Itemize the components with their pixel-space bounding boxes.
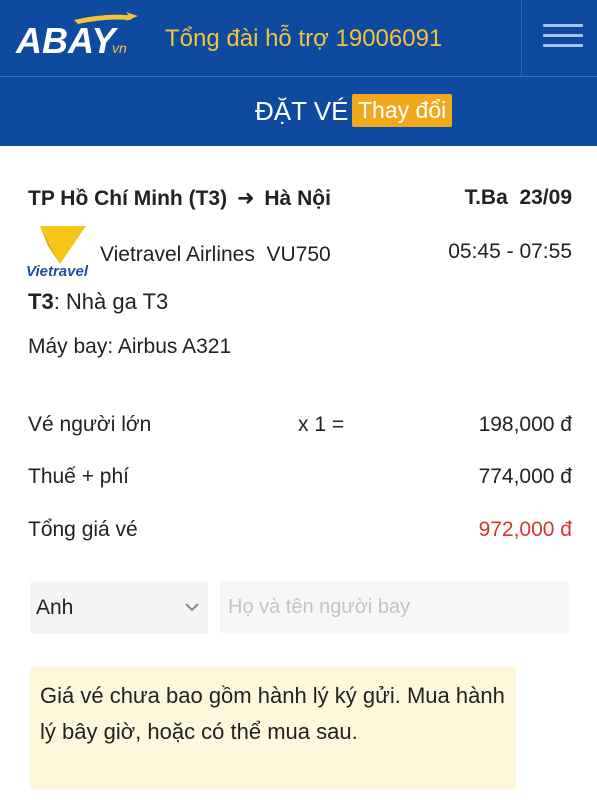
terminal-code: T3 xyxy=(28,289,54,314)
flight-date: T.Ba 23/09 xyxy=(464,186,572,209)
svg-text:ABAY: ABAY xyxy=(15,20,118,61)
svg-text:Vietravel: Vietravel xyxy=(26,263,89,280)
change-flight-button[interactable]: Thay đổi xyxy=(352,94,453,127)
flight-times: 05:45 - 07:55 xyxy=(448,240,572,263)
arrow-right-icon: ➜ xyxy=(236,187,255,210)
total-fare-value: 972,000 đ xyxy=(478,518,572,541)
route-origin: TP Hồ Chí Minh (T3) xyxy=(28,187,228,210)
booking-header: ĐẶT VÉ Thay đổi xyxy=(0,76,597,146)
flight-route: TP Hồ Chí Minh (T3) ➜ Hà Nội xyxy=(28,186,331,211)
tax-fee-label: Thuế + phí xyxy=(28,465,129,488)
vietravel-logo: Vietravel xyxy=(26,226,89,280)
airline-flight-number: Vietravel Airlines VU750 xyxy=(100,243,331,266)
hamburger-menu-icon[interactable] xyxy=(543,24,583,50)
page-title: ĐẶT VÉ xyxy=(255,96,349,126)
hotline-text[interactable]: Tổng đài hỗ trợ 19006091 xyxy=(165,25,442,53)
adult-fare-value: 198,000 đ xyxy=(478,413,572,436)
tax-fee-value: 774,000 đ xyxy=(478,465,572,488)
terminal-info: T3: Nhà ga T3 xyxy=(28,289,168,315)
top-bar: ABAY vn Tổng đài hỗ trợ 19006091 xyxy=(0,0,597,76)
adult-fare-label: Vé người lớn xyxy=(28,413,152,436)
menu-button[interactable] xyxy=(521,0,597,76)
total-fare-label: Tổng giá vé xyxy=(28,518,138,541)
route-destination: Hà Nội xyxy=(264,187,331,210)
passenger-title-select[interactable]: Anh xyxy=(30,581,208,634)
adult-quantity: x 1 = xyxy=(298,413,345,436)
aircraft-type: Máy bay: Airbus A321 xyxy=(28,335,232,358)
svg-text:vn: vn xyxy=(112,40,127,56)
terminal-description: : Nhà ga T3 xyxy=(53,289,169,314)
abay-logo[interactable]: ABAY vn xyxy=(14,8,144,64)
chevron-down-icon[interactable] xyxy=(184,601,200,613)
baggage-notice: Giá vé chưa bao gồm hành lý ký gửi. Mua … xyxy=(30,666,516,790)
passenger-name-input[interactable] xyxy=(220,581,569,634)
passenger-title-value[interactable]: Anh xyxy=(36,596,73,620)
